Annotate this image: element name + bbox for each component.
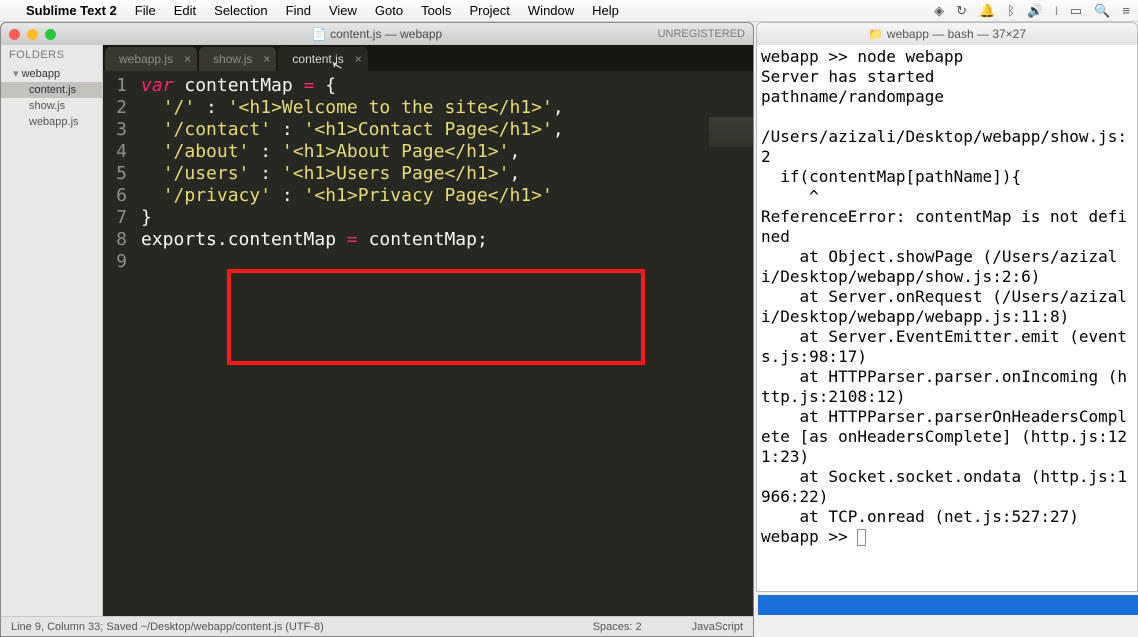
menu-file[interactable]: File [135,3,156,18]
terminal-window: 📁 webapp — bash — 37×27 webapp >> node w… [756,22,1138,592]
sidebar-file-show[interactable]: show.js [1,98,102,114]
close-icon[interactable]: × [355,52,362,66]
sublime-window: 📄 content.js — webapp UNREGISTERED FOLDE… [0,22,754,637]
close-icon[interactable]: × [263,52,270,66]
status-language[interactable]: JavaScript [692,621,743,633]
tab-label: show.js [213,52,252,66]
sidebar-file-webapp[interactable]: webapp.js [1,114,102,130]
menu-goto[interactable]: Goto [375,3,403,18]
menu-window[interactable]: Window [528,3,574,18]
sync-icon[interactable]: ↻ [956,3,967,19]
terminal-titlebar: 📁 webapp — bash — 37×27 [757,23,1137,45]
editor-statusbar: Line 9, Column 33; Saved ~/Desktop/webap… [1,616,753,636]
menu-extras-icon[interactable]: ≡ [1122,3,1130,18]
menu-edit[interactable]: Edit [174,3,196,18]
tab-label: webapp.js [119,52,173,66]
editor-tabbar: webapp.js × show.js × content.js × [103,45,753,71]
menu-view[interactable]: View [329,3,357,18]
bluetooth-icon[interactable]: ᛒ [1007,3,1015,18]
sidebar-header: FOLDERS [1,45,102,65]
mac-menubar: Sublime Text 2 File Edit Selection Find … [0,0,1138,22]
terminal-title: webapp — bash — 37×27 [887,27,1026,41]
unregistered-label: UNREGISTERED [658,28,745,40]
status-left: Line 9, Column 33; Saved ~/Desktop/webap… [11,621,324,633]
editor-titlebar: 📄 content.js — webapp UNREGISTERED [1,23,753,45]
tab-label: content.js [292,52,343,66]
window-close-button[interactable] [9,29,20,40]
terminal-body[interactable]: webapp >> node webapp Server has started… [757,45,1137,591]
menu-tools[interactable]: Tools [421,3,451,18]
wifi-icon[interactable]: ⧙ [1055,3,1058,19]
doc-icon: 📄 [312,27,327,41]
bell-icon[interactable]: 🔔 [979,3,995,19]
editor-sidebar: FOLDERS webapp content.js show.js webapp… [1,45,103,616]
tab-webapp[interactable]: webapp.js × [105,47,197,71]
window-title: 📄 content.js — webapp [312,27,442,41]
gdrive-icon[interactable]: ◈ [934,3,944,19]
spotlight-icon[interactable]: 🔍 [1094,3,1110,19]
menubar-status-icons: ◈ ↻ 🔔 ᛒ 🔊 ⧙ ▭ 🔍 ≡ [934,3,1130,19]
tab-show[interactable]: show.js × [199,47,276,71]
volume-icon[interactable]: 🔊 [1027,3,1043,19]
sidebar-folder[interactable]: webapp [1,65,102,82]
folder-icon: 📁 [868,27,883,41]
code-editor[interactable]: 123456789 var contentMap = { '/' : '<h1>… [103,71,753,616]
window-minimize-button[interactable] [27,29,38,40]
app-name[interactable]: Sublime Text 2 [26,3,117,18]
desktop-dock-area [758,595,1138,615]
tab-content[interactable]: content.js × [278,47,367,71]
code-content[interactable]: var contentMap = { '/' : '<h1>Welcome to… [133,71,753,616]
close-icon[interactable]: × [184,52,191,66]
menu-project[interactable]: Project [469,3,509,18]
window-maximize-button[interactable] [45,29,56,40]
menu-find[interactable]: Find [286,3,311,18]
menu-selection[interactable]: Selection [214,3,267,18]
sidebar-file-content[interactable]: content.js [1,82,102,98]
menu-help[interactable]: Help [592,3,619,18]
minimap[interactable] [709,117,753,147]
status-spaces[interactable]: Spaces: 2 [593,621,642,633]
line-gutter: 123456789 [103,71,133,616]
battery-icon[interactable]: ▭ [1070,3,1082,19]
